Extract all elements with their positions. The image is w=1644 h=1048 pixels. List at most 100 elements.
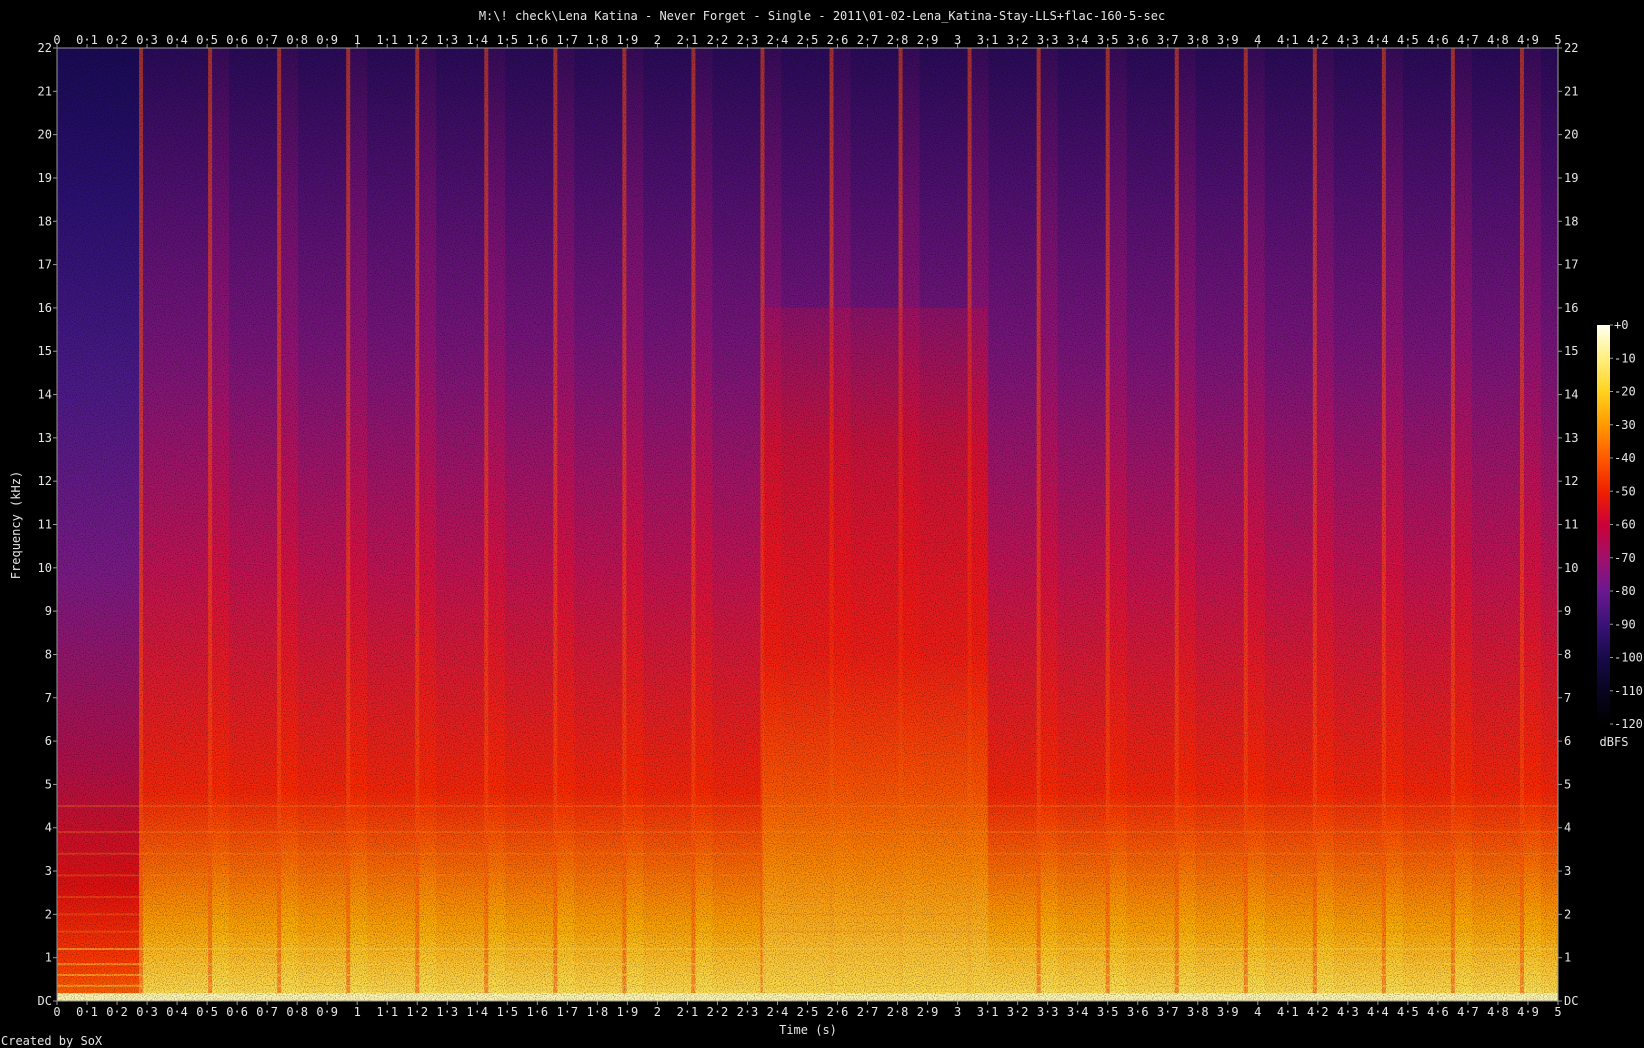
- x-tick-label: 2·6: [827, 33, 849, 47]
- x-tick-label: 2·6: [827, 1005, 849, 1019]
- x-tick-label: 0·5: [196, 33, 218, 47]
- x-tick-label: 0·4: [166, 33, 188, 47]
- y-tick-label: 12: [1564, 474, 1578, 488]
- x-tick-label: 0: [53, 33, 60, 47]
- x-tick-label: 2: [654, 1005, 661, 1019]
- x-tick-label: 3·3: [1037, 33, 1059, 47]
- x-tick-label: 3·9: [1217, 1005, 1239, 1019]
- y-tick-label: 11: [1564, 518, 1578, 532]
- y-tick-label: DC: [38, 994, 52, 1008]
- colorbar: +0 -10 -20 -30 -40 -50 -60 -70 -80 -90 -100 -110 -12…: [1597, 318, 1643, 749]
- y-tick-label: 7: [45, 691, 52, 705]
- x-tick-label: 3: [954, 33, 961, 47]
- y-tick-label: 2: [1564, 907, 1571, 921]
- y-tick-label: 9: [1564, 604, 1571, 618]
- x-tick-label: 2·1: [677, 33, 699, 47]
- x-tick-label: 3·7: [1157, 1005, 1179, 1019]
- x-tick-label: 1·8: [587, 1005, 609, 1019]
- y-tick-label: 13: [38, 431, 52, 445]
- y-tick-label: 22: [1564, 41, 1578, 55]
- chart-title: M:\! check\Lena Katina - Never Forget - …: [479, 9, 1165, 23]
- x-tick-label: 1·5: [496, 1005, 518, 1019]
- y-tick-label: 11: [38, 518, 52, 532]
- x-tick-label: 1·7: [556, 33, 578, 47]
- y-tick-label: 16: [38, 301, 52, 315]
- y-tick-label: 5: [45, 777, 52, 791]
- x-tick-label: 4·2: [1307, 1005, 1329, 1019]
- colorbar-label: dBFS: [1600, 735, 1629, 749]
- spectrogram-figure: M:\! check\Lena Katina - Never Forget - …: [1, 9, 1643, 1048]
- x-tick-label: 0: [53, 1005, 60, 1019]
- x-tick-label: 0·7: [256, 1005, 278, 1019]
- x-tick-label: 2·7: [857, 33, 879, 47]
- y-tick-label: 8: [1564, 647, 1571, 661]
- x-tick-label: 3: [954, 1005, 961, 1019]
- x-tick-label: 1·7: [556, 1005, 578, 1019]
- x-tick-label: 3·4: [1067, 1005, 1089, 1019]
- y-tick-label: 16: [1564, 301, 1578, 315]
- x-tick-label: 2·1: [677, 1005, 699, 1019]
- x-tick-label: 1·3: [436, 33, 458, 47]
- y-tick-label: 15: [38, 344, 52, 358]
- x-tick-label: 0·1: [76, 1005, 98, 1019]
- x-tick-label: 2·2: [707, 33, 729, 47]
- x-tick-label: 0·1: [76, 33, 98, 47]
- x-tick-label: 4·3: [1337, 33, 1359, 47]
- z-tick-label: -100: [1614, 651, 1643, 665]
- y-tick-label: 4: [45, 821, 52, 835]
- z-tick-label: -60: [1614, 518, 1636, 532]
- x-tick-label: 3·4: [1067, 33, 1089, 47]
- x-tick-label: 4·9: [1517, 33, 1539, 47]
- colorbar-gradient: [1597, 325, 1610, 724]
- z-tick-label: -30: [1614, 418, 1636, 432]
- x-tick-label: 1·9: [617, 33, 639, 47]
- x-tick-label: 0·4: [166, 1005, 188, 1019]
- y-tick-label: 18: [38, 214, 52, 228]
- x-tick-label: 2·3: [737, 33, 759, 47]
- y-tick-label: 2: [45, 907, 52, 921]
- y-tick-label: 17: [38, 258, 52, 272]
- y-tick-label: 1: [45, 951, 52, 965]
- x-tick-label: 2·7: [857, 1005, 879, 1019]
- footer-credit: Created by SoX: [1, 1034, 103, 1048]
- y-tick-label: 10: [38, 561, 52, 575]
- x-tick-label: 3·2: [1007, 33, 1029, 47]
- x-tick-label: 4·9: [1517, 1005, 1539, 1019]
- z-tick-label: -90: [1614, 617, 1636, 631]
- x-tick-label: 4·5: [1397, 33, 1419, 47]
- y-axis-label: Frequency (kHz): [9, 471, 23, 579]
- y-tick-label: 5: [1564, 777, 1571, 791]
- x-tick-label: 3·6: [1127, 1005, 1149, 1019]
- x-tick-label: 0·7: [256, 33, 278, 47]
- y-tick-label: 14: [38, 388, 52, 402]
- y-tick-label: 19: [38, 171, 52, 185]
- y-tick-label: 8: [45, 647, 52, 661]
- x-tick-label: 4·4: [1367, 33, 1389, 47]
- x-tick-label: 2·8: [887, 33, 909, 47]
- x-tick-label: 1·8: [587, 33, 609, 47]
- x-tick-label: 4·8: [1487, 1005, 1509, 1019]
- x-tick-label: 3·8: [1187, 33, 1209, 47]
- x-tick-label: 3·1: [977, 1005, 999, 1019]
- x-tick-label: 2: [654, 33, 661, 47]
- x-tick-label: 5: [1554, 1005, 1561, 1019]
- z-tick-label: -10: [1614, 351, 1636, 365]
- x-tick-label: 1·6: [526, 1005, 548, 1019]
- y-tick-label: 21: [1564, 84, 1578, 98]
- x-tick-label: 2·4: [767, 33, 789, 47]
- y-tick-label: 22: [38, 41, 52, 55]
- x-tick-label: 3·5: [1097, 33, 1119, 47]
- y-tick-label: 6: [45, 734, 52, 748]
- x-tick-label: 0·2: [106, 33, 128, 47]
- z-tick-label: -110: [1614, 684, 1643, 698]
- z-tick-label: -80: [1614, 584, 1636, 598]
- x-tick-label: 2·9: [917, 33, 939, 47]
- x-tick-label: 0·8: [286, 1005, 308, 1019]
- y-tick-label: 15: [1564, 344, 1578, 358]
- y-tick-label: 6: [1564, 734, 1571, 748]
- x-tick-label: 4·1: [1277, 1005, 1299, 1019]
- colorbar-ticks: +0 -10 -20 -30 -40 -50 -60 -70 -80 -90 -100 -110 -12…: [1610, 318, 1643, 731]
- y-tick-label: 7: [1564, 691, 1571, 705]
- x-tick-label: 0·6: [226, 1005, 248, 1019]
- x-tick-label: 4·7: [1457, 33, 1479, 47]
